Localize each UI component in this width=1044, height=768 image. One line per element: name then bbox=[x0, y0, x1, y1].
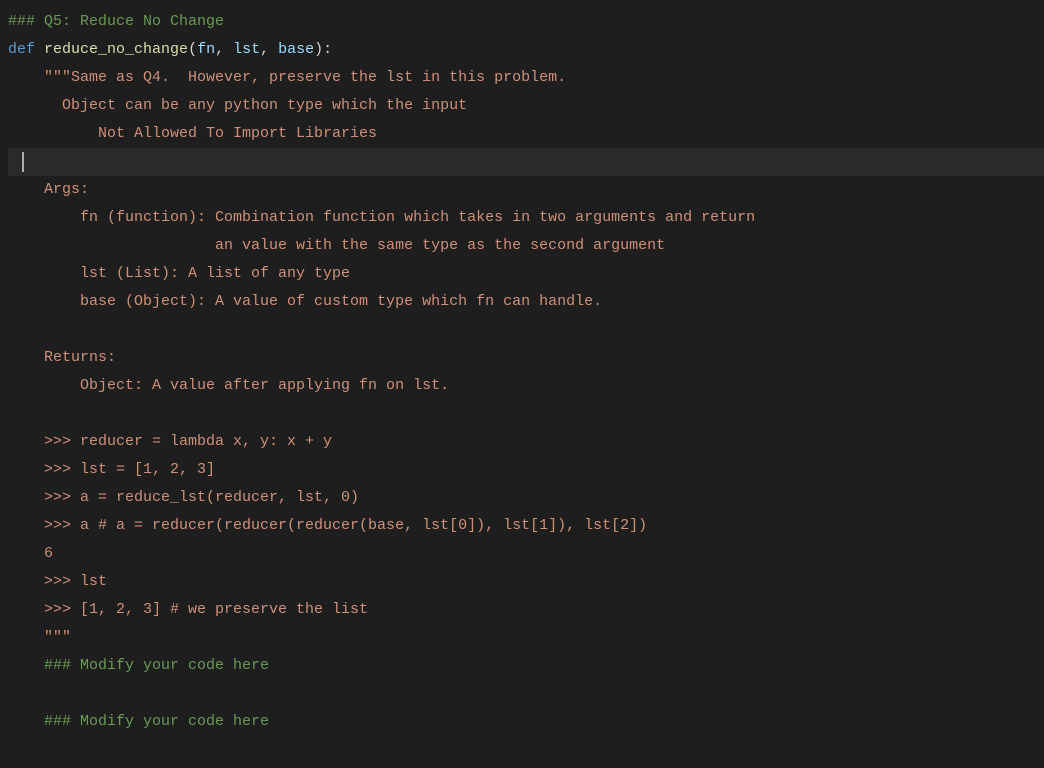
docstring-text: an value with the same type as the secon… bbox=[8, 237, 665, 254]
docstring-text: Not Allowed To Import Libraries bbox=[8, 125, 377, 142]
docstring-text: >>> a = reduce_lst(reducer, lst, 0) bbox=[8, 489, 359, 506]
docstring-text: base (Object): A value of custom type wh… bbox=[8, 293, 602, 310]
code-line[interactable]: 6 bbox=[8, 540, 1044, 568]
comment-text: ### Q5: Reduce No Change bbox=[8, 13, 224, 30]
code-line[interactable] bbox=[8, 680, 1044, 708]
docstring-text: 6 bbox=[8, 545, 53, 562]
code-line[interactable]: Returns: bbox=[8, 344, 1044, 372]
code-line[interactable]: ### Q5: Reduce No Change bbox=[8, 8, 1044, 36]
param-base: base bbox=[278, 41, 314, 58]
punct: , bbox=[260, 41, 278, 58]
docstring-text: Object can be any python type which the … bbox=[8, 97, 467, 114]
code-line[interactable]: Object: A value after applying fn on lst… bbox=[8, 372, 1044, 400]
docstring-text: >>> reducer = lambda x, y: x + y bbox=[8, 433, 332, 450]
code-line[interactable]: >>> a # a = reducer(reducer(reducer(base… bbox=[8, 512, 1044, 540]
code-line[interactable]: >>> [1, 2, 3] # we preserve the list bbox=[8, 596, 1044, 624]
code-line-cursor[interactable] bbox=[8, 148, 1044, 176]
code-line[interactable]: >>> lst bbox=[8, 568, 1044, 596]
punct: , bbox=[215, 41, 233, 58]
code-editor[interactable]: ### Q5: Reduce No Change def reduce_no_c… bbox=[8, 8, 1044, 736]
docstring-text: """ bbox=[8, 629, 71, 646]
code-line[interactable]: fn (function): Combination function whic… bbox=[8, 204, 1044, 232]
code-line[interactable]: Not Allowed To Import Libraries bbox=[8, 120, 1044, 148]
code-line[interactable]: >>> a = reduce_lst(reducer, lst, 0) bbox=[8, 484, 1044, 512]
code-line[interactable]: def reduce_no_change(fn, lst, base): bbox=[8, 36, 1044, 64]
docstring-text: Object: A value after applying fn on lst… bbox=[8, 377, 449, 394]
text-cursor bbox=[22, 152, 24, 172]
code-line[interactable]: base (Object): A value of custom type wh… bbox=[8, 288, 1044, 316]
docstring-text: lst (List): A list of any type bbox=[8, 265, 350, 282]
docstring-text: >>> lst = [1, 2, 3] bbox=[8, 461, 215, 478]
comment-text: ### Modify your code here bbox=[8, 713, 269, 730]
code-line[interactable]: lst (List): A list of any type bbox=[8, 260, 1044, 288]
code-line[interactable]: ### Modify your code here bbox=[8, 708, 1044, 736]
docstring-text: """Same as Q4. However, preserve the lst… bbox=[8, 69, 566, 86]
punct: ): bbox=[314, 41, 332, 58]
docstring-text: >>> lst bbox=[8, 573, 107, 590]
code-line[interactable]: ### Modify your code here bbox=[8, 652, 1044, 680]
param-lst: lst bbox=[233, 41, 260, 58]
code-line[interactable]: >>> lst = [1, 2, 3] bbox=[8, 456, 1044, 484]
docstring-text: fn (function): Combination function whic… bbox=[8, 209, 755, 226]
code-line[interactable]: >>> reducer = lambda x, y: x + y bbox=[8, 428, 1044, 456]
code-line[interactable]: an value with the same type as the secon… bbox=[8, 232, 1044, 260]
keyword-def: def bbox=[8, 41, 35, 58]
docstring-text: Args: bbox=[8, 181, 89, 198]
code-line[interactable] bbox=[8, 316, 1044, 344]
param-fn: fn bbox=[197, 41, 215, 58]
code-line[interactable]: """Same as Q4. However, preserve the lst… bbox=[8, 64, 1044, 92]
function-name: reduce_no_change bbox=[44, 41, 188, 58]
docstring-text: >>> a # a = reducer(reducer(reducer(base… bbox=[8, 517, 647, 534]
comment-text: ### Modify your code here bbox=[8, 657, 269, 674]
code-line[interactable] bbox=[8, 400, 1044, 428]
code-line[interactable]: Args: bbox=[8, 176, 1044, 204]
code-line[interactable]: Object can be any python type which the … bbox=[8, 92, 1044, 120]
docstring-text: >>> [1, 2, 3] # we preserve the list bbox=[8, 601, 368, 618]
whitespace bbox=[35, 41, 44, 58]
docstring-text: Returns: bbox=[8, 349, 116, 366]
punct: ( bbox=[188, 41, 197, 58]
code-line[interactable]: """ bbox=[8, 624, 1044, 652]
